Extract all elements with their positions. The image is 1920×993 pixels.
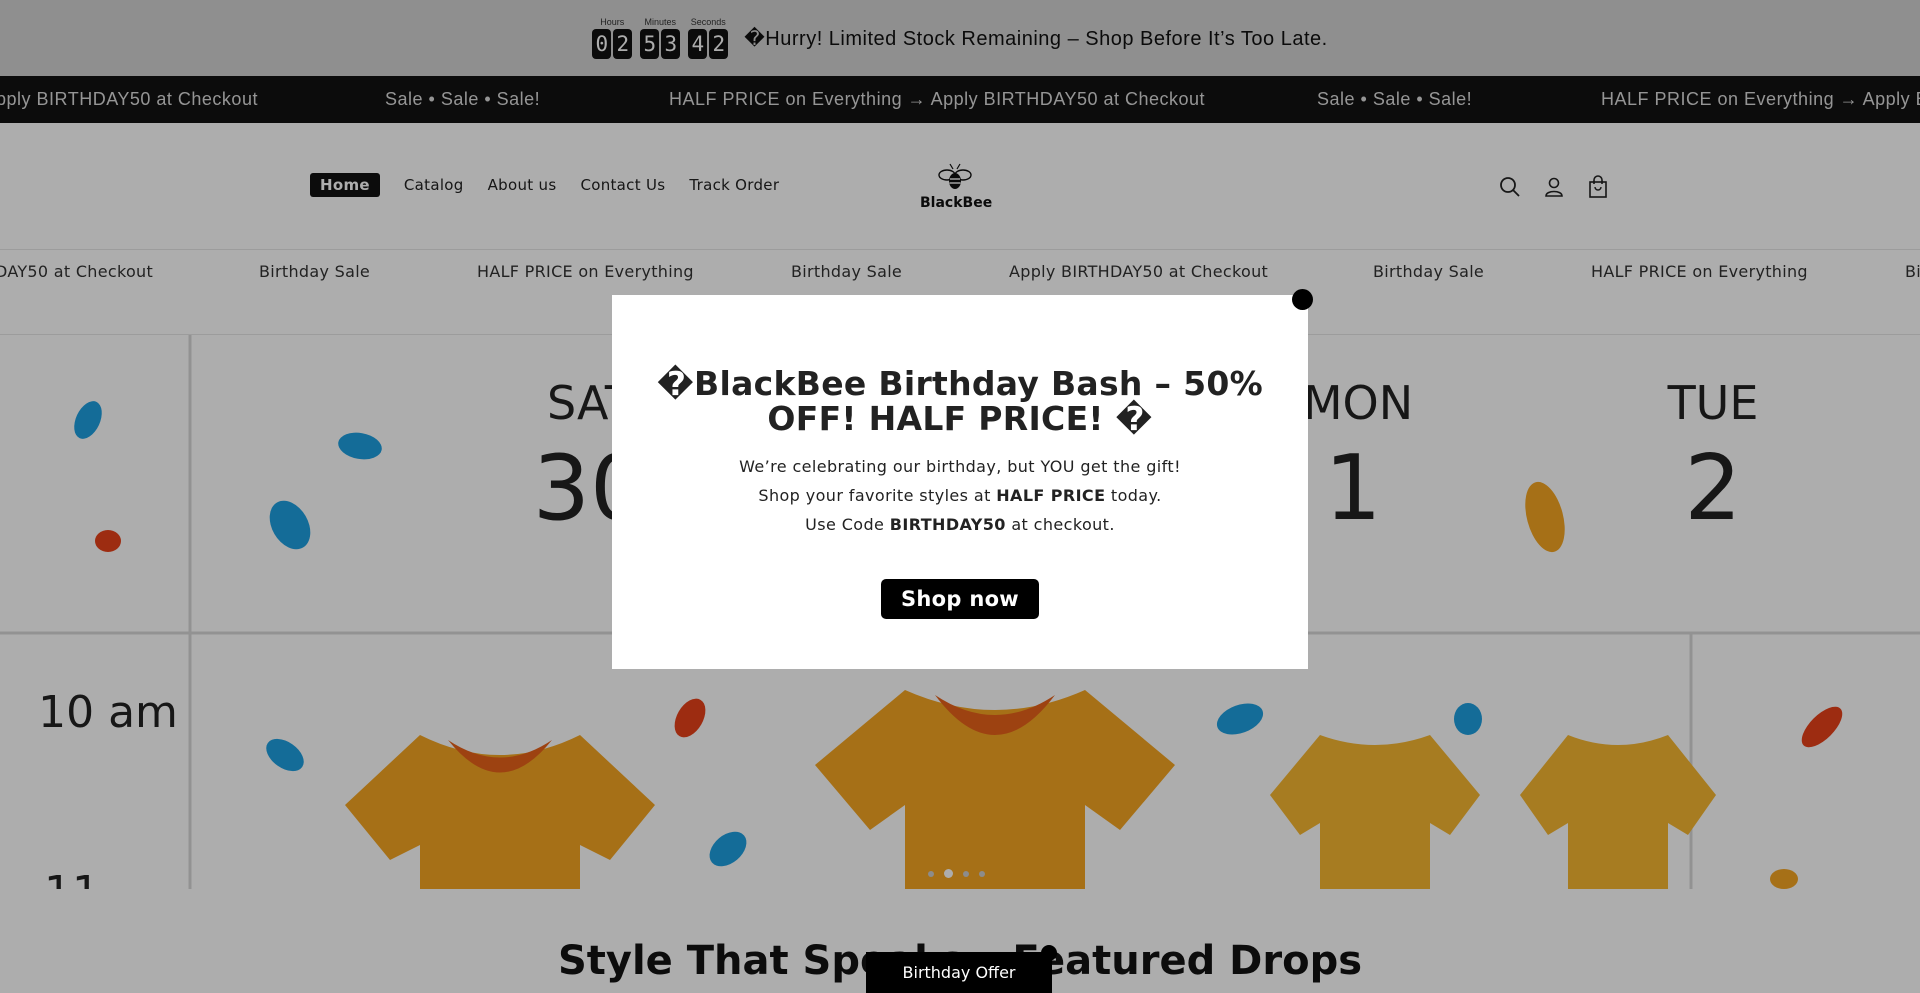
popup-line: Shop your favorite styles at HALF PRICE … [758, 486, 1162, 505]
birthday-offer-tab[interactable]: Birthday Offer [866, 952, 1052, 993]
popup-body: We’re celebrating our birthday, but YOU … [612, 452, 1308, 539]
close-icon[interactable] [1292, 289, 1313, 310]
offer-close-icon[interactable] [1041, 945, 1057, 961]
popup-line: We’re celebrating our birthday, but YOU … [739, 457, 1181, 476]
popup-line: Use Code BIRTHDAY50 at checkout. [805, 515, 1115, 534]
birthday-popup: �BlackBee Birthday Bash – 50% OFF! HALF … [612, 295, 1308, 669]
popup-title: �BlackBee Birthday Bash – 50% OFF! HALF … [657, 364, 1263, 438]
shop-now-button[interactable]: Shop now [880, 579, 1040, 619]
promo-code: BIRTHDAY50 [889, 515, 1006, 534]
